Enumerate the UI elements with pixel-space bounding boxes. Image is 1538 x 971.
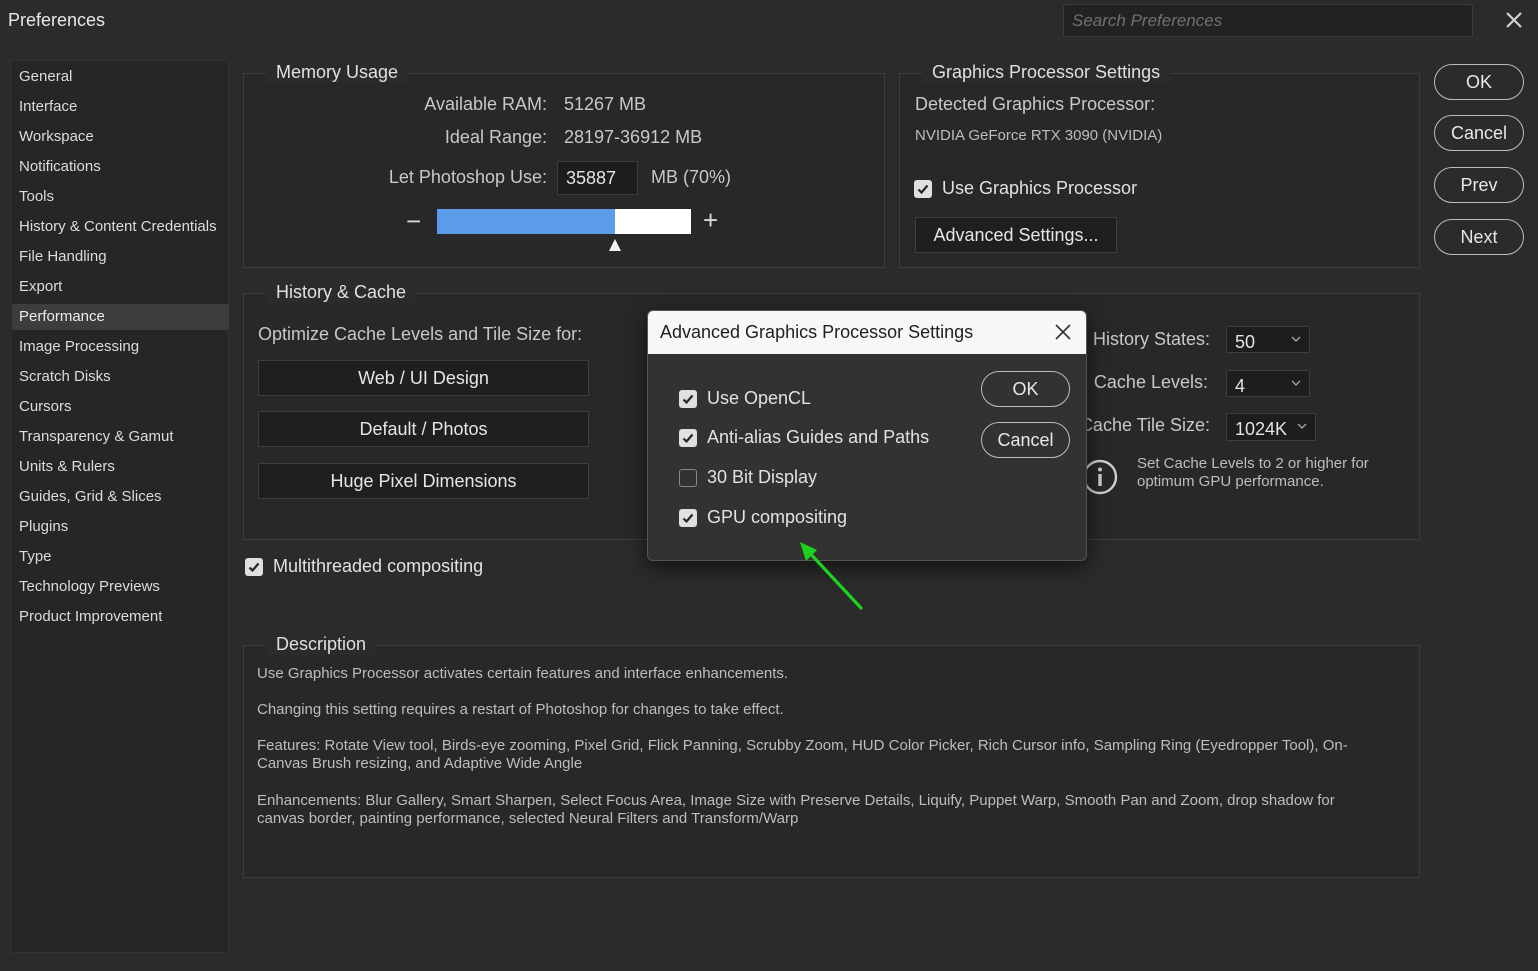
sidebar-item-tools[interactable]: Tools [12, 184, 229, 210]
checkmark-icon [248, 562, 260, 573]
dialog-title: Advanced Graphics Processor Settings [660, 322, 974, 342]
dialog-cancel-button[interactable]: Cancel [981, 422, 1070, 458]
description-legend: Description [266, 634, 377, 655]
detected-gpu-value: NVIDIA GeForce RTX 3090 (NVIDIA) [915, 127, 1163, 144]
preset-default-photos-button[interactable]: Default / Photos [258, 411, 589, 447]
detected-gpu-label: Detected Graphics Processor: [915, 94, 1156, 114]
memory-decrease-button[interactable]: − [406, 208, 421, 234]
sidebar-item-general[interactable]: General [12, 64, 229, 90]
anti-alias-checkbox[interactable] [679, 429, 697, 447]
sidebar-item-image-processing[interactable]: Image Processing [12, 334, 229, 360]
chevron-down-icon [1291, 380, 1301, 386]
ideal-range-label: Ideal Range: [444, 127, 547, 147]
sidebar-item-scratch-disks[interactable]: Scratch Disks [12, 364, 229, 390]
dialog-ok-button[interactable]: OK [981, 371, 1070, 407]
checkmark-icon [917, 184, 929, 195]
chevron-down-icon [1291, 336, 1301, 342]
memory-usage-legend: Memory Usage [266, 62, 409, 83]
cache-levels-label: Cache Levels: [1093, 372, 1208, 392]
description-paragraph-1: Use Graphics Processor activates certain… [257, 665, 789, 682]
memory-slider-thumb[interactable] [607, 237, 623, 253]
sidebar-item-notifications[interactable]: Notifications [12, 154, 229, 180]
gpu-settings-legend: Graphics Processor Settings [922, 62, 1171, 83]
memory-slider-fill [437, 209, 615, 234]
sidebar-item-technology-previews[interactable]: Technology Previews [12, 574, 229, 600]
sidebar-item-guides-grid-slices[interactable]: Guides, Grid & Slices [12, 484, 229, 510]
sidebar-item-workspace[interactable]: Workspace [12, 124, 229, 150]
cache-info-text-1: Set Cache Levels to 2 or higher for [1137, 455, 1369, 472]
window-title: Preferences [8, 10, 106, 30]
sidebar-item-interface[interactable]: Interface [12, 94, 229, 120]
cancel-button[interactable]: Cancel [1434, 115, 1524, 151]
preferences-sidebar: General Interface Workspace Notification… [10, 60, 229, 953]
sidebar-item-units-rulers[interactable]: Units & Rulers [12, 454, 229, 480]
history-states-select[interactable]: 50 [1226, 326, 1310, 353]
title-bar: Preferences Search Preferences [0, 0, 1538, 44]
gpu-compositing-checkbox[interactable] [679, 509, 697, 527]
ideal-range-value: 28197-36912 MB [564, 127, 703, 147]
prev-button[interactable]: Prev [1434, 167, 1524, 203]
advanced-gpu-settings-dialog: Advanced Graphics Processor Settings Use… [647, 310, 1087, 561]
ok-button[interactable]: OK [1434, 64, 1524, 100]
dialog-close-button[interactable] [1052, 321, 1074, 343]
annotation-arrow-icon [800, 542, 863, 610]
preset-huge-pixel-button[interactable]: Huge Pixel Dimensions [258, 463, 589, 499]
memory-use-unit: MB (70%) [651, 167, 732, 187]
use-gpu-checkbox[interactable] [914, 180, 932, 198]
cache-levels-select[interactable]: 4 [1226, 370, 1310, 397]
history-states-value: 50 [1235, 332, 1256, 352]
sidebar-item-plugins[interactable]: Plugins [12, 514, 229, 540]
photoshop-use-label: Let Photoshop Use: [388, 167, 547, 187]
sidebar-item-history-content-credentials[interactable]: History & Content Credentials [12, 214, 229, 240]
available-ram-label: Available RAM: [424, 94, 547, 114]
sidebar-item-transparency-gamut[interactable]: Transparency & Gamut [12, 424, 229, 450]
checkmark-icon [682, 394, 694, 405]
next-button[interactable]: Next [1434, 219, 1524, 255]
gpu-compositing-label[interactable]: GPU compositing [707, 507, 847, 528]
optimize-cache-label: Optimize Cache Levels and Tile Size for: [258, 324, 583, 344]
multithreaded-label[interactable]: Multithreaded compositing [273, 556, 483, 577]
30-bit-display-label[interactable]: 30 Bit Display [707, 467, 817, 488]
description-paragraph-2: Changing this setting requires a restart… [257, 701, 784, 718]
close-window-button[interactable] [1500, 6, 1528, 34]
checkmark-icon [682, 513, 694, 524]
history-cache-legend: History & Cache [266, 282, 417, 303]
preset-web-ui-design-button[interactable]: Web / UI Design [258, 360, 589, 396]
sidebar-item-export[interactable]: Export [12, 274, 229, 300]
search-input[interactable]: Search Preferences [1063, 4, 1473, 37]
sidebar-item-cursors[interactable]: Cursors [12, 394, 229, 420]
use-opencl-checkbox[interactable] [679, 390, 697, 408]
memory-increase-button[interactable]: + [703, 207, 718, 233]
sidebar-item-performance[interactable]: Performance [12, 304, 229, 330]
dialog-title-bar: Advanced Graphics Processor Settings [648, 311, 1086, 354]
sidebar-item-product-improvement[interactable]: Product Improvement [12, 604, 229, 630]
advanced-settings-button[interactable]: Advanced Settings... [915, 217, 1117, 253]
sidebar-item-file-handling[interactable]: File Handling [12, 244, 229, 270]
memory-slider-track[interactable] [437, 209, 691, 234]
cache-tile-size-label: Cache Tile Size: [1079, 415, 1210, 435]
checkmark-icon [682, 433, 694, 444]
description-paragraph-4: Enhancements: Blur Gallery, Smart Sharpe… [257, 792, 1335, 827]
close-icon [1506, 12, 1522, 28]
sidebar-item-type[interactable]: Type [12, 544, 229, 570]
info-icon [1082, 459, 1118, 495]
30-bit-display-checkbox[interactable] [679, 469, 697, 487]
multithreaded-checkbox[interactable] [245, 558, 263, 576]
close-icon [1055, 324, 1071, 340]
cache-tile-size-select[interactable]: 1024K [1226, 413, 1316, 441]
available-ram-value: 51267 MB [564, 94, 647, 114]
chevron-down-icon [1297, 423, 1307, 429]
memory-use-input[interactable]: 35887 [557, 161, 638, 195]
anti-alias-label[interactable]: Anti-alias Guides and Paths [707, 427, 929, 448]
cache-info-text-2: optimum GPU performance. [1137, 473, 1324, 490]
history-states-label: History States: [1092, 329, 1210, 349]
cache-tile-size-value: 1024K [1235, 419, 1288, 439]
description-paragraph-3: Features: Rotate View tool, Birds-eye zo… [257, 737, 1348, 772]
cache-levels-value: 4 [1235, 376, 1246, 396]
use-gpu-label[interactable]: Use Graphics Processor [942, 178, 1137, 199]
use-opencl-label[interactable]: Use OpenCL [707, 388, 811, 409]
